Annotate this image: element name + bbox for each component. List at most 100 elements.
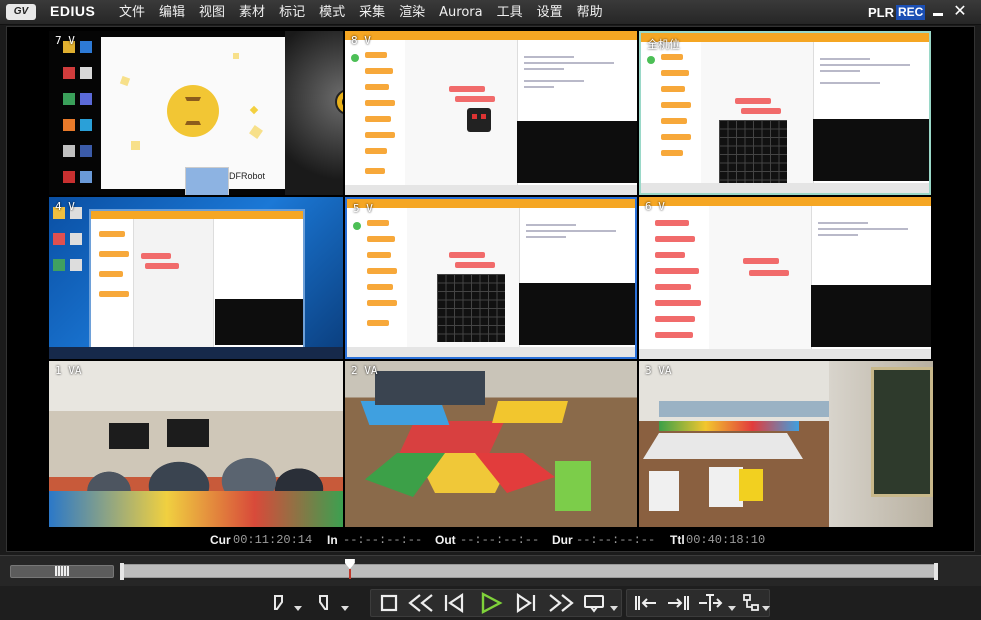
chevron-down-icon[interactable] bbox=[728, 604, 736, 612]
camera-label: 1 VA bbox=[55, 364, 82, 377]
menu-settings[interactable]: 设置 bbox=[530, 4, 570, 21]
position-bar[interactable] bbox=[120, 564, 938, 578]
mind-plus-window bbox=[89, 209, 305, 351]
serial-monitor bbox=[517, 121, 637, 183]
rewind-icon[interactable] bbox=[406, 591, 436, 615]
app-icon bbox=[63, 171, 75, 183]
status-strip bbox=[347, 347, 635, 357]
app-icon bbox=[53, 233, 65, 245]
script-canvas bbox=[709, 206, 811, 349]
app-icon bbox=[63, 67, 75, 79]
menu-tools[interactable]: 工具 bbox=[490, 4, 530, 21]
taskbar bbox=[49, 347, 343, 359]
block-palette bbox=[347, 208, 408, 347]
ttl-timecode: 00:40:18:10 bbox=[686, 533, 766, 547]
menu-view[interactable]: 视图 bbox=[192, 4, 232, 21]
camera-label: 6 V bbox=[645, 200, 665, 213]
menu-clip[interactable]: 素材 bbox=[232, 4, 272, 21]
step-forward-icon[interactable] bbox=[514, 591, 538, 615]
ttl-label: Ttl bbox=[670, 533, 685, 547]
camera-cell-5[interactable]: 5 V bbox=[345, 197, 637, 359]
camera-cell-4[interactable]: 4 V bbox=[49, 197, 343, 359]
mark-out-icon[interactable] bbox=[314, 591, 332, 615]
camera-label: 2 VA bbox=[351, 364, 378, 377]
sync-icon[interactable] bbox=[740, 591, 764, 615]
camera-label: 3 VA bbox=[645, 364, 672, 377]
script-canvas bbox=[701, 42, 813, 188]
in-label: In bbox=[327, 533, 338, 547]
player-mode-label[interactable]: PLR bbox=[868, 5, 894, 20]
owl-wallpaper bbox=[285, 31, 343, 195]
menu-edit[interactable]: 编辑 bbox=[152, 4, 192, 21]
app-icon bbox=[63, 119, 75, 131]
menu-capture[interactable]: 采集 bbox=[352, 4, 392, 21]
position-bar-end bbox=[934, 563, 938, 580]
cur-timecode: 00:11:20:14 bbox=[233, 533, 313, 547]
led-matrix-preview bbox=[437, 274, 505, 342]
camera-cell-2[interactable]: 2 VA bbox=[345, 361, 637, 527]
close-icon[interactable]: ✕ bbox=[951, 2, 969, 20]
dur-label: Dur bbox=[552, 533, 573, 547]
mind-plus-screen bbox=[641, 33, 929, 193]
stop-icon[interactable] bbox=[378, 591, 400, 615]
mark-in-icon[interactable] bbox=[270, 591, 288, 615]
camera-cell-all[interactable]: 全机位 bbox=[639, 31, 931, 195]
serial-monitor bbox=[811, 285, 931, 347]
chevron-down-icon[interactable] bbox=[294, 604, 302, 612]
serial-monitor bbox=[519, 283, 635, 345]
mind-plus-screen bbox=[347, 199, 635, 357]
block-palette bbox=[639, 206, 710, 349]
mind-plus-screen bbox=[345, 31, 637, 195]
title-bar: GV EDIUS 文件 编辑 视图 素材 标记 模式 采集 渲染 Aurora … bbox=[0, 0, 981, 25]
timecode-row: Cur 00:11:20:14 In --:--:--:-- Out --:--… bbox=[0, 533, 981, 549]
camera-label: 全机位 bbox=[647, 38, 680, 51]
chevron-down-icon[interactable] bbox=[341, 604, 349, 612]
overwrite-to-timeline-icon[interactable] bbox=[664, 591, 692, 615]
insert-to-timeline-icon[interactable] bbox=[632, 591, 660, 615]
menu-marker[interactable]: 标记 bbox=[272, 4, 312, 21]
camera-label: 5 V bbox=[353, 202, 373, 215]
camera-cell-8[interactable]: 8 V bbox=[345, 31, 637, 195]
menu-mode[interactable]: 模式 bbox=[312, 4, 352, 21]
mind-plus-screen bbox=[639, 197, 931, 359]
menu-bar: 文件 编辑 视图 素材 标记 模式 采集 渲染 Aurora 工具 设置 帮助 bbox=[112, 4, 610, 21]
out-label: Out bbox=[435, 533, 456, 547]
step-back-icon[interactable] bbox=[442, 591, 466, 615]
recorder-mode-label[interactable]: REC bbox=[896, 5, 926, 20]
camera-cell-7[interactable]: DFRobot 7 V bbox=[49, 31, 343, 195]
scrub-bar bbox=[0, 555, 981, 586]
plr-rec-toggle[interactable]: PLR REC bbox=[868, 5, 926, 20]
jog-handle[interactable] bbox=[55, 566, 69, 576]
app-icon bbox=[80, 119, 93, 131]
camera-label: 4 V bbox=[55, 200, 75, 213]
camera-cell-3[interactable]: 3 VA bbox=[639, 361, 933, 527]
script-canvas bbox=[405, 40, 517, 185]
led-matrix-preview bbox=[719, 120, 787, 188]
chevron-down-icon[interactable] bbox=[762, 604, 770, 612]
transport-controls bbox=[0, 586, 981, 620]
app-icon bbox=[80, 67, 93, 79]
chevron-down-icon[interactable] bbox=[610, 604, 618, 612]
camera-label: 8 V bbox=[351, 34, 371, 47]
menu-help[interactable]: 帮助 bbox=[570, 4, 610, 21]
play-icon[interactable] bbox=[478, 591, 504, 615]
jog-slider[interactable] bbox=[10, 565, 114, 578]
menu-aurora[interactable]: Aurora bbox=[432, 4, 489, 21]
camera-label: 7 V bbox=[55, 34, 75, 47]
menu-render[interactable]: 渲染 bbox=[392, 4, 432, 21]
app-toolbar bbox=[639, 197, 931, 206]
multicam-monitor[interactable]: DFRobot 7 V 8 V 全机位 4 V 5 V 6 V 1 VA 2 V… bbox=[6, 26, 975, 552]
in-timecode: --:--:--:-- bbox=[343, 533, 423, 547]
block-palette bbox=[641, 42, 702, 183]
split-icon[interactable] bbox=[696, 591, 724, 615]
owl-eye bbox=[335, 89, 343, 115]
playhead[interactable] bbox=[345, 559, 355, 579]
camera-cell-6[interactable]: 6 V bbox=[639, 197, 931, 359]
fast-forward-icon[interactable] bbox=[546, 591, 576, 615]
menu-file[interactable]: 文件 bbox=[112, 4, 152, 21]
win7-desktop bbox=[49, 197, 343, 359]
minimize-icon[interactable] bbox=[931, 3, 945, 19]
camera-cell-1[interactable]: 1 VA bbox=[49, 361, 343, 527]
loop-playback-icon[interactable] bbox=[582, 591, 606, 615]
app-icon bbox=[80, 93, 93, 105]
